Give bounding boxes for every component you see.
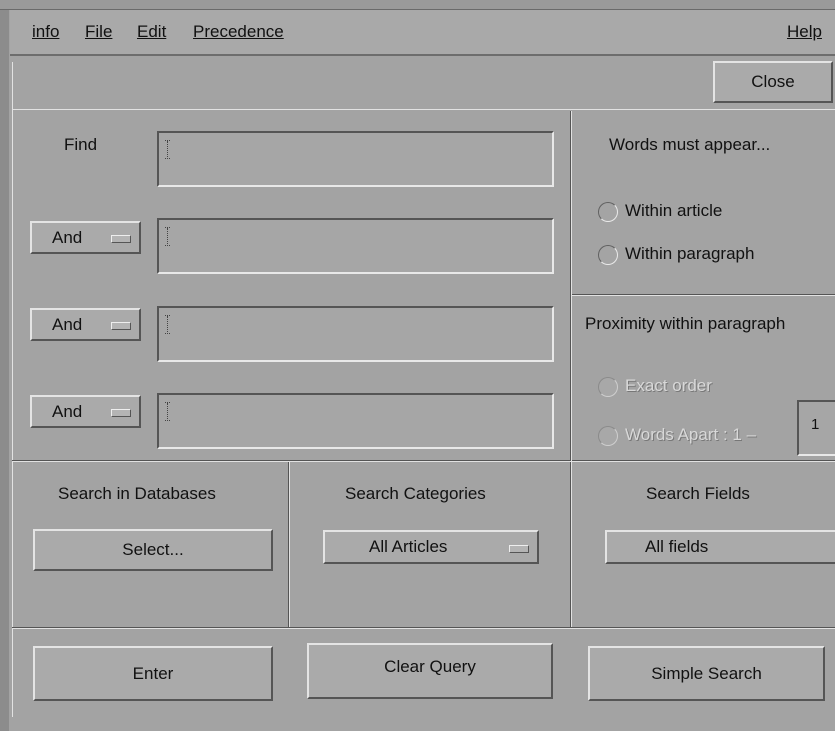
toolbar-divider: [12, 109, 835, 110]
clear-query-button[interactable]: Clear Query: [307, 643, 553, 699]
categories-menu[interactable]: All Articles: [323, 530, 539, 564]
fields-menu[interactable]: All fields: [605, 530, 835, 564]
menu-bar: [10, 10, 835, 56]
operator-menu-3[interactable]: And: [30, 395, 141, 428]
words-apart-input[interactable]: 1: [797, 400, 835, 456]
find-label: Find: [64, 135, 98, 154]
text-cursor-icon: [165, 139, 171, 159]
close-button[interactable]: Close: [713, 61, 833, 103]
appear-title: Words must appear...: [609, 135, 771, 154]
operator-label: And: [52, 401, 83, 421]
menu-edit[interactable]: Edit: [137, 22, 166, 42]
operator-menu-2[interactable]: And: [30, 308, 141, 341]
text-cursor-icon: [165, 314, 171, 334]
words-apart-label[interactable]: Words Apart : 1 –: [625, 425, 756, 445]
databases-title: Search in Databases: [58, 484, 216, 503]
categories-title: Search Categories: [345, 484, 486, 503]
menu-info[interactable]: info: [32, 22, 59, 42]
operator-label: And: [52, 314, 83, 334]
window-top-edge: [0, 0, 835, 10]
option-menu-indicator-icon: [509, 545, 529, 553]
operator-label: And: [52, 227, 83, 247]
option-menu-indicator-icon: [111, 235, 131, 243]
query-input-4[interactable]: [157, 393, 554, 449]
option-menu-indicator-icon: [111, 322, 131, 330]
text-cursor-icon: [165, 401, 171, 421]
radio-words-apart[interactable]: [598, 426, 618, 446]
radio-within-article[interactable]: [598, 202, 618, 222]
fields-title: Search Fields: [646, 484, 750, 503]
simple-search-button[interactable]: Simple Search: [588, 646, 825, 701]
panel-left-border: [12, 62, 13, 717]
option-menu-indicator-icon: [111, 409, 131, 417]
find-input[interactable]: [157, 131, 554, 187]
enter-button[interactable]: Enter: [33, 646, 273, 701]
exact-order-label[interactable]: Exact order: [625, 376, 712, 396]
operator-menu-1[interactable]: And: [30, 221, 141, 254]
text-cursor-icon: [165, 226, 171, 246]
within-paragraph-label[interactable]: Within paragraph: [625, 244, 754, 264]
menu-file[interactable]: File: [85, 22, 112, 42]
radio-within-paragraph[interactable]: [598, 245, 618, 265]
within-article-label[interactable]: Within article: [625, 201, 722, 221]
fields-selected: All fields: [645, 537, 709, 556]
menu-help[interactable]: Help: [787, 22, 822, 42]
window-left-edge: [0, 0, 9, 731]
query-input-2[interactable]: [157, 218, 554, 274]
categories-selected: All Articles: [369, 537, 448, 556]
select-databases-button[interactable]: Select...: [33, 529, 273, 571]
query-input-3[interactable]: [157, 306, 554, 362]
proximity-title: Proximity within paragraph: [585, 314, 786, 333]
radio-exact-order[interactable]: [598, 377, 618, 397]
words-apart-value: 1: [811, 416, 820, 433]
menu-precedence[interactable]: Precedence: [193, 22, 284, 42]
